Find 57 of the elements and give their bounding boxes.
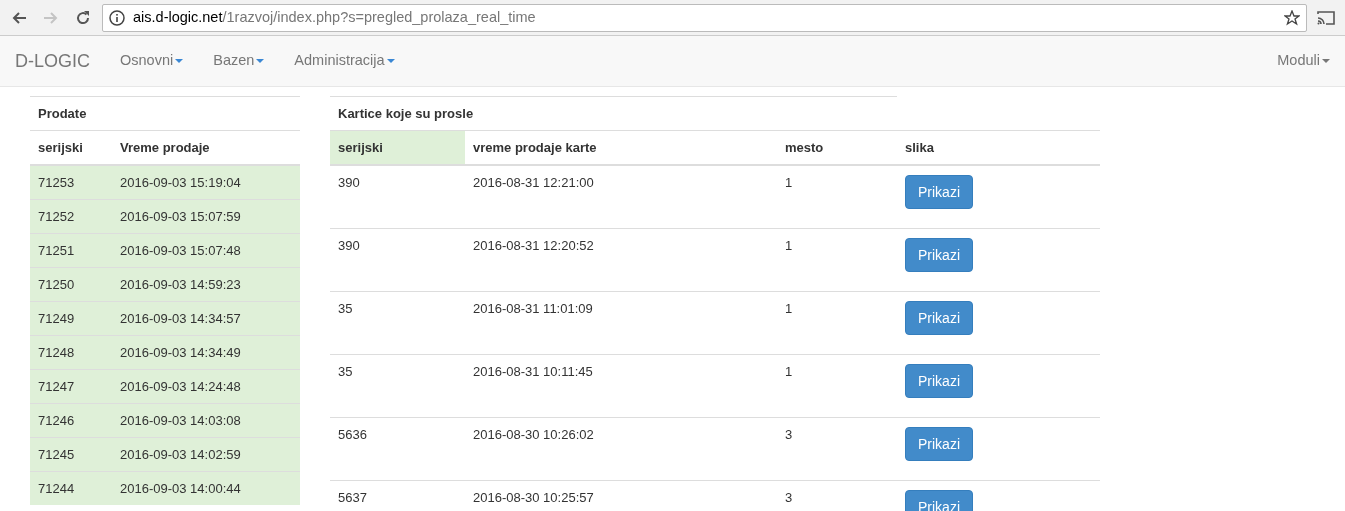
table-cell: 3	[777, 417, 897, 481]
table-cell: 2016-09-03 14:59:23	[112, 267, 300, 302]
column-header: slika	[897, 130, 1100, 165]
table-cell: 71247	[30, 369, 112, 404]
table-cell: 2016-08-30 10:26:02	[465, 417, 777, 481]
table-cell: 2016-09-03 14:00:44	[112, 471, 300, 505]
address-bar[interactable]: ais.d-logic.net/1razvoj/index.php?s=pregled_prolaza_real_time	[102, 3, 1307, 32]
table-cell: 2016-09-03 14:02:59	[112, 437, 300, 472]
table-cell: 1	[777, 291, 897, 355]
table-cell: 2016-09-03 14:34:49	[112, 335, 300, 370]
table-cell: 1	[777, 165, 897, 229]
show-button[interactable]: Prikazi	[905, 364, 973, 398]
nav-menu[interactable]: Administracija	[294, 50, 395, 72]
table-cell: 3	[777, 480, 897, 511]
table-cell: 2016-09-03 14:34:57	[112, 301, 300, 336]
url-text: ais.d-logic.net/1razvoj/index.php?s=pregled_prolaza_real_time	[133, 7, 537, 27]
table-cell: 390	[330, 165, 465, 229]
column-header: serijski	[330, 130, 465, 165]
column-header: mesto	[777, 130, 897, 165]
table-cell: 71251	[30, 233, 112, 268]
info-icon[interactable]	[109, 9, 125, 26]
table-cell: 1	[777, 354, 897, 418]
table-cell: 71253	[30, 165, 112, 200]
table-cell: 2016-09-03 14:03:08	[112, 403, 300, 438]
table-cell: 2016-09-03 15:19:04	[112, 165, 300, 200]
brand-logo[interactable]: D-LOGIC	[15, 47, 90, 75]
nav-menu[interactable]: Moduli	[1277, 50, 1330, 72]
nav-menu[interactable]: Osnovni	[120, 50, 184, 72]
table-title: Prodate	[30, 96, 300, 131]
table-cell: 71248	[30, 335, 112, 370]
table-cell: 2016-08-31 12:20:52	[465, 228, 777, 292]
show-button[interactable]: Prikazi	[905, 427, 973, 461]
column-header: vreme prodaje karte	[465, 130, 777, 165]
table-cell: 2016-09-03 15:07:48	[112, 233, 300, 268]
table-cell: 2016-08-31 10:11:45	[465, 354, 777, 418]
table-cell: 5637	[330, 480, 465, 511]
table-cell: 71250	[30, 267, 112, 302]
table-cell: 71252	[30, 199, 112, 234]
table-cell: 71245	[30, 437, 112, 472]
table-cell: 71244	[30, 471, 112, 505]
nav-menu[interactable]: Bazen	[213, 50, 265, 72]
star-icon[interactable]	[1284, 9, 1300, 26]
table-cell: 2016-08-31 12:21:00	[465, 165, 777, 229]
table-cell: 71246	[30, 403, 112, 438]
table-cell: 5636	[330, 417, 465, 481]
table-cell: 71249	[30, 301, 112, 336]
table-cell: 2016-09-03 14:24:48	[112, 369, 300, 404]
table-cell: 390	[330, 228, 465, 292]
show-button[interactable]: Prikazi	[905, 238, 973, 272]
show-button[interactable]: Prikazi	[905, 175, 973, 209]
table-cell: 35	[330, 291, 465, 355]
table-cell: 1	[777, 228, 897, 292]
show-button[interactable]: Prikazi	[905, 301, 973, 335]
table-cell: 2016-08-30 10:25:57	[465, 480, 777, 511]
table-cell: 35	[330, 354, 465, 418]
table-cell: 2016-09-03 15:07:59	[112, 199, 300, 234]
table-cell: 2016-08-31 11:01:09	[465, 291, 777, 355]
